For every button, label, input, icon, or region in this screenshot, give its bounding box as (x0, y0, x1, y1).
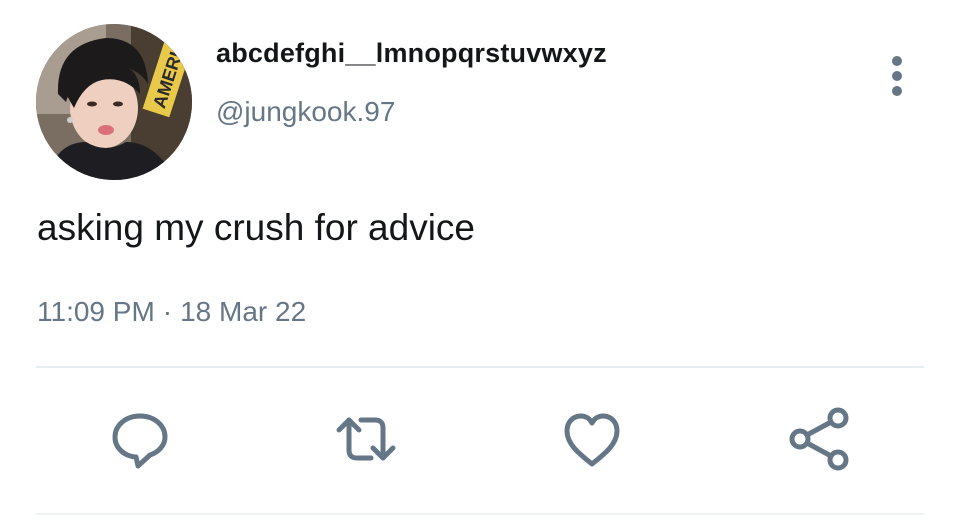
avatar[interactable]: AMERI (36, 24, 192, 180)
more-options-button[interactable] (880, 54, 914, 98)
more-vertical-icon (892, 56, 902, 96)
display-name[interactable]: abcdefghi__lmnopqrstuvwxyz (216, 38, 607, 69)
share-nodes-icon (789, 407, 849, 471)
like-button[interactable] (557, 404, 627, 474)
divider (36, 366, 924, 368)
tweet-text: asking my crush for advice (37, 207, 476, 248)
tweet-card: AMERI abcdefghi__lmnopqrstuvwxyz @jungko… (0, 0, 960, 531)
reply-button[interactable] (105, 404, 175, 474)
retweet-button[interactable] (331, 404, 401, 474)
tweet-timestamp[interactable]: 11:09 PM · 18 Mar 22 (37, 296, 306, 328)
retweet-arrows-icon (336, 417, 396, 461)
bottom-divider (36, 513, 924, 515)
tweet-date: 18 Mar 22 (180, 296, 307, 327)
avatar-photo: AMERI (36, 24, 192, 180)
heart-outline-icon (564, 413, 620, 467)
share-button[interactable] (784, 404, 854, 474)
speech-bubble-icon (112, 413, 168, 469)
user-handle[interactable]: @jungkook.97 (216, 96, 395, 128)
timestamp-separator: · (162, 296, 173, 327)
tweet-time: 11:09 PM (37, 296, 155, 327)
